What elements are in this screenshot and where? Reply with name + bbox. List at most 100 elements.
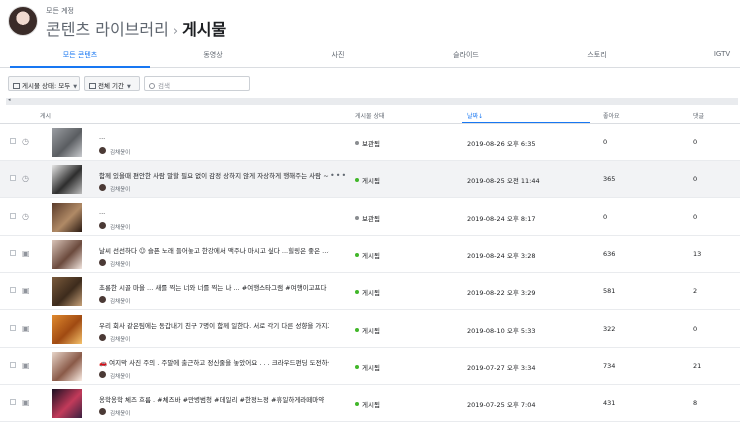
table-row[interactable]: ◷ 함께 있을때 편안한 사람 말할 필요 없이 감정 상하지 않게 자상하게 행…: [0, 161, 740, 199]
post-likes: 0: [603, 138, 608, 146]
author-avatar: [99, 370, 106, 378]
post-likes: 322: [603, 324, 616, 333]
column-likes[interactable]: 좋아요: [603, 111, 620, 120]
tab-photos[interactable]: 사진: [332, 50, 345, 60]
post-thumbnail[interactable]: [52, 277, 82, 307]
row-checkbox[interactable]: [10, 324, 16, 331]
post-title[interactable]: 🚗 여지막 사진 주의 . 주말에 출근하고 정신줄을 놓았어요 . . . 크…: [99, 357, 329, 367]
column-date[interactable]: 날짜↓: [467, 111, 483, 120]
post-thumbnail[interactable]: [52, 202, 82, 232]
table-row[interactable]: ▣ 초롱한 시골 마을 ... 새를 찍는 너와 너를 찍는 나 ... #여행스…: [0, 273, 740, 311]
clock-icon: ◷: [22, 174, 29, 184]
more-options-icon[interactable]: •••: [330, 171, 347, 180]
page-header: 모든 계정 콘텐츠 라이브러리 › 게시물: [0, 0, 740, 40]
status-dot-icon: [355, 327, 359, 332]
post-title[interactable]: 날씨 선선하다 ☺ 슬픈 노래 들어놓고 한강에서 맥주나 마시고 싶다 ...…: [99, 245, 329, 255]
row-checkbox[interactable]: [10, 249, 16, 256]
account-avatar[interactable]: [8, 6, 38, 36]
period-filter-label: 전체 기간: [98, 82, 124, 90]
column-date-label: 날짜: [467, 113, 479, 120]
tab-slides[interactable]: 슬라이드: [453, 50, 479, 60]
row-checkbox[interactable]: [10, 138, 16, 144]
post-comments: 0: [693, 324, 698, 333]
status-dot-icon: [355, 290, 359, 295]
post-status-label: 보관됨: [362, 214, 380, 223]
table-row[interactable]: ▣ 우리 회사 같은팀에는 동갑내기 친구 7명이 함께 일한다. 서로 각기 다…: [0, 311, 740, 348]
post-comments: 21: [693, 361, 702, 370]
post-status-filter[interactable]: 게시물 상태: 모두 ▼: [8, 76, 80, 91]
row-checkbox[interactable]: [10, 361, 16, 368]
period-filter[interactable]: 전체 기간 ▼: [84, 76, 140, 91]
table-row[interactable]: ◷... 김채윤이 보관됨 2019-08-24 오후 8:17 0 0: [0, 199, 740, 236]
table-row[interactable]: ▣ 날씨 선선하다 ☺ 슬픈 노래 들어놓고 한강에서 맥주나 마시고 싶다 ..…: [0, 236, 740, 273]
post-author: 김채윤이: [110, 224, 131, 231]
table-row[interactable]: ▣ 🚗 여지막 사진 주의 . 주말에 출근하고 정신줄을 놓았어요 . . . …: [0, 348, 740, 385]
column-comments[interactable]: 댓글: [693, 111, 704, 120]
search-input[interactable]: 검색: [144, 76, 250, 91]
tab-videos[interactable]: 동영상: [203, 50, 222, 60]
scroll-left-icon[interactable]: ◂: [8, 97, 11, 103]
post-status: 게시됨: [355, 362, 380, 372]
post-title[interactable]: ...: [99, 208, 329, 216]
post-thumbnail[interactable]: [52, 351, 82, 381]
tab-stories[interactable]: 스토리: [587, 50, 606, 60]
row-checkbox[interactable]: [10, 175, 16, 182]
post-thumbnail[interactable]: [52, 165, 82, 195]
account-label[interactable]: 모든 계정: [46, 6, 74, 16]
status-dot-icon: [355, 178, 359, 183]
post-date: 2019-08-24 오후 3:28: [467, 251, 536, 260]
post-date: 2019-08-25 오전 11:44: [467, 177, 540, 186]
post-likes: 0: [603, 212, 608, 221]
tab-all-content[interactable]: 모든 콘텐츠: [63, 50, 97, 60]
author-avatar: [99, 258, 106, 266]
column-post[interactable]: 게시: [40, 111, 51, 120]
table-row[interactable]: ◷... 김채윤이 보관됨 2019-08-26 오후 6:35 0 0: [0, 124, 740, 161]
sort-indicator: [462, 122, 590, 123]
author-avatar: [99, 296, 106, 304]
post-status: 보관됨: [355, 138, 380, 148]
post-comments: 0: [693, 138, 698, 146]
post-title[interactable]: 초롱한 시골 마을 ... 새를 찍는 너와 너를 찍는 나 ... #여행스타…: [99, 282, 329, 292]
post-thumbnail[interactable]: [52, 128, 82, 157]
post-thumbnail[interactable]: [52, 239, 82, 269]
image-icon: ▣: [22, 248, 30, 258]
tab-igtv[interactable]: IGTV: [714, 50, 730, 58]
post-status-label: 게시됨: [362, 289, 380, 298]
post-author: 김채윤이: [110, 261, 131, 268]
chevron-right-icon: ›: [172, 24, 179, 39]
content-tabs: 모든 콘텐츠 동영상 사진 슬라이드 스토리 IGTV: [0, 44, 740, 68]
post-thumbnail[interactable]: [52, 389, 82, 419]
post-status: 게시됨: [355, 399, 380, 409]
post-comments: 0: [693, 175, 698, 184]
search-icon: [149, 83, 155, 89]
post-status-filter-label: 게시물 상태: 모두: [22, 82, 71, 90]
post-status: 게시됨: [355, 250, 380, 260]
breadcrumb-library[interactable]: 콘텐츠 라이브러리: [46, 20, 169, 39]
post-title[interactable]: 옹학옹학 체즈 흐름 . #체즈바 #만병범청 #데일리 #한정느정 #휴일하게…: [99, 394, 329, 404]
clock-icon: ◷: [22, 211, 29, 221]
table-row[interactable]: ▣ 옹학옹학 체즈 흐름 . #체즈바 #만병범청 #데일리 #한정느정 #휴일하…: [0, 385, 740, 422]
post-title[interactable]: 함께 있을때 편안한 사람 말할 필요 없이 감정 상하지 않게 자상하게 행해…: [99, 170, 329, 180]
post-date: 2019-07-25 오후 7:04: [467, 401, 536, 410]
post-date: 2019-08-24 오후 8:17: [467, 214, 536, 223]
image-icon: ▣: [22, 286, 30, 296]
status-dot-icon: [355, 252, 359, 257]
row-checkbox[interactable]: [10, 287, 16, 294]
page-title: 게시물: [182, 20, 227, 39]
table-scroll-strip[interactable]: ◂: [6, 97, 738, 105]
row-checkbox[interactable]: [10, 399, 16, 406]
post-status: 게시됨: [355, 287, 380, 297]
column-status[interactable]: 게시물 상태: [355, 111, 385, 120]
status-dot-icon: [355, 141, 359, 145]
post-status-label: 보관됨: [362, 140, 380, 148]
sort-arrow-icon: ↓: [478, 113, 484, 120]
post-title[interactable]: ...: [99, 133, 329, 141]
post-comments: 0: [693, 212, 698, 221]
post-title[interactable]: 우리 회사 같은팀에는 동갑내기 친구 7명이 함께 일한다. 서로 각기 다른…: [99, 320, 329, 330]
row-checkbox[interactable]: [10, 212, 16, 219]
caret-down-icon: ▼: [73, 84, 78, 90]
post-status: 게시됨: [355, 325, 380, 335]
post-thumbnail[interactable]: [52, 314, 82, 344]
post-comments: 2: [693, 287, 698, 296]
post-status-label: 게시됨: [362, 177, 380, 186]
